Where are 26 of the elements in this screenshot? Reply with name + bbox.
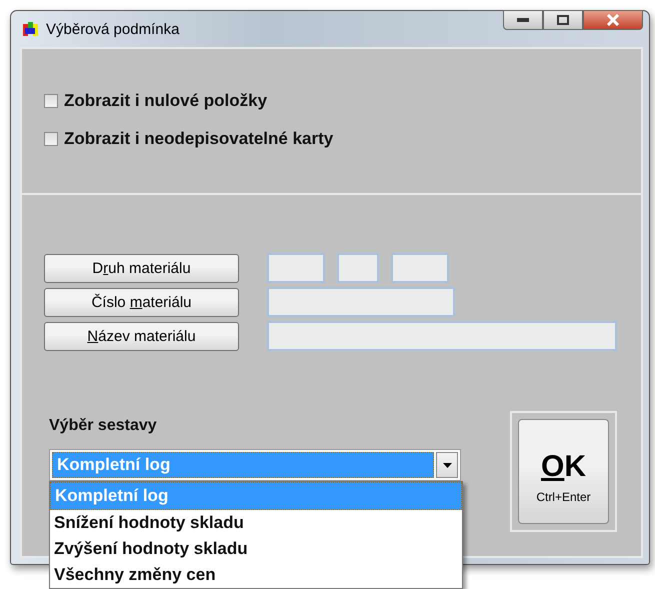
checkbox[interactable] xyxy=(44,94,58,108)
input-field[interactable] xyxy=(391,253,449,283)
dropdown-option[interactable]: Zvýšení hodnoty skladu xyxy=(50,536,462,562)
app-icon xyxy=(22,20,40,38)
checkbox-label: Zobrazit i nulové položky xyxy=(64,91,268,111)
dropdown-option[interactable]: Všechny změny cen xyxy=(50,562,462,588)
minimize-icon xyxy=(517,18,529,22)
material-filter-button[interactable]: Číslo materiálu xyxy=(44,288,239,316)
ok-button[interactable]: OK Ctrl+Enter xyxy=(518,419,609,524)
report-label: Výběr sestavy xyxy=(49,417,158,435)
maximize-button[interactable] xyxy=(543,10,583,30)
dropdown-option[interactable]: Snížení hodnoty skladu xyxy=(50,510,462,536)
material-filter-button[interactable]: Název materiálu xyxy=(44,322,239,350)
minimize-button[interactable] xyxy=(503,10,543,30)
material-filter-button[interactable]: Druh materiálu xyxy=(44,254,239,282)
close-button[interactable] xyxy=(583,10,643,30)
window-title: Výběrová podmínka xyxy=(46,20,180,38)
checkbox[interactable] xyxy=(44,132,58,146)
checkbox-label: Zobrazit i neodepisovatelné karty xyxy=(64,129,334,149)
input-field[interactable] xyxy=(267,253,325,283)
input-field[interactable] xyxy=(267,321,617,351)
close-icon xyxy=(606,14,620,26)
maximize-icon xyxy=(557,15,569,25)
dropdown-value: Kompletní log xyxy=(52,452,434,478)
input-field[interactable] xyxy=(267,287,455,317)
input-field[interactable] xyxy=(337,253,379,283)
